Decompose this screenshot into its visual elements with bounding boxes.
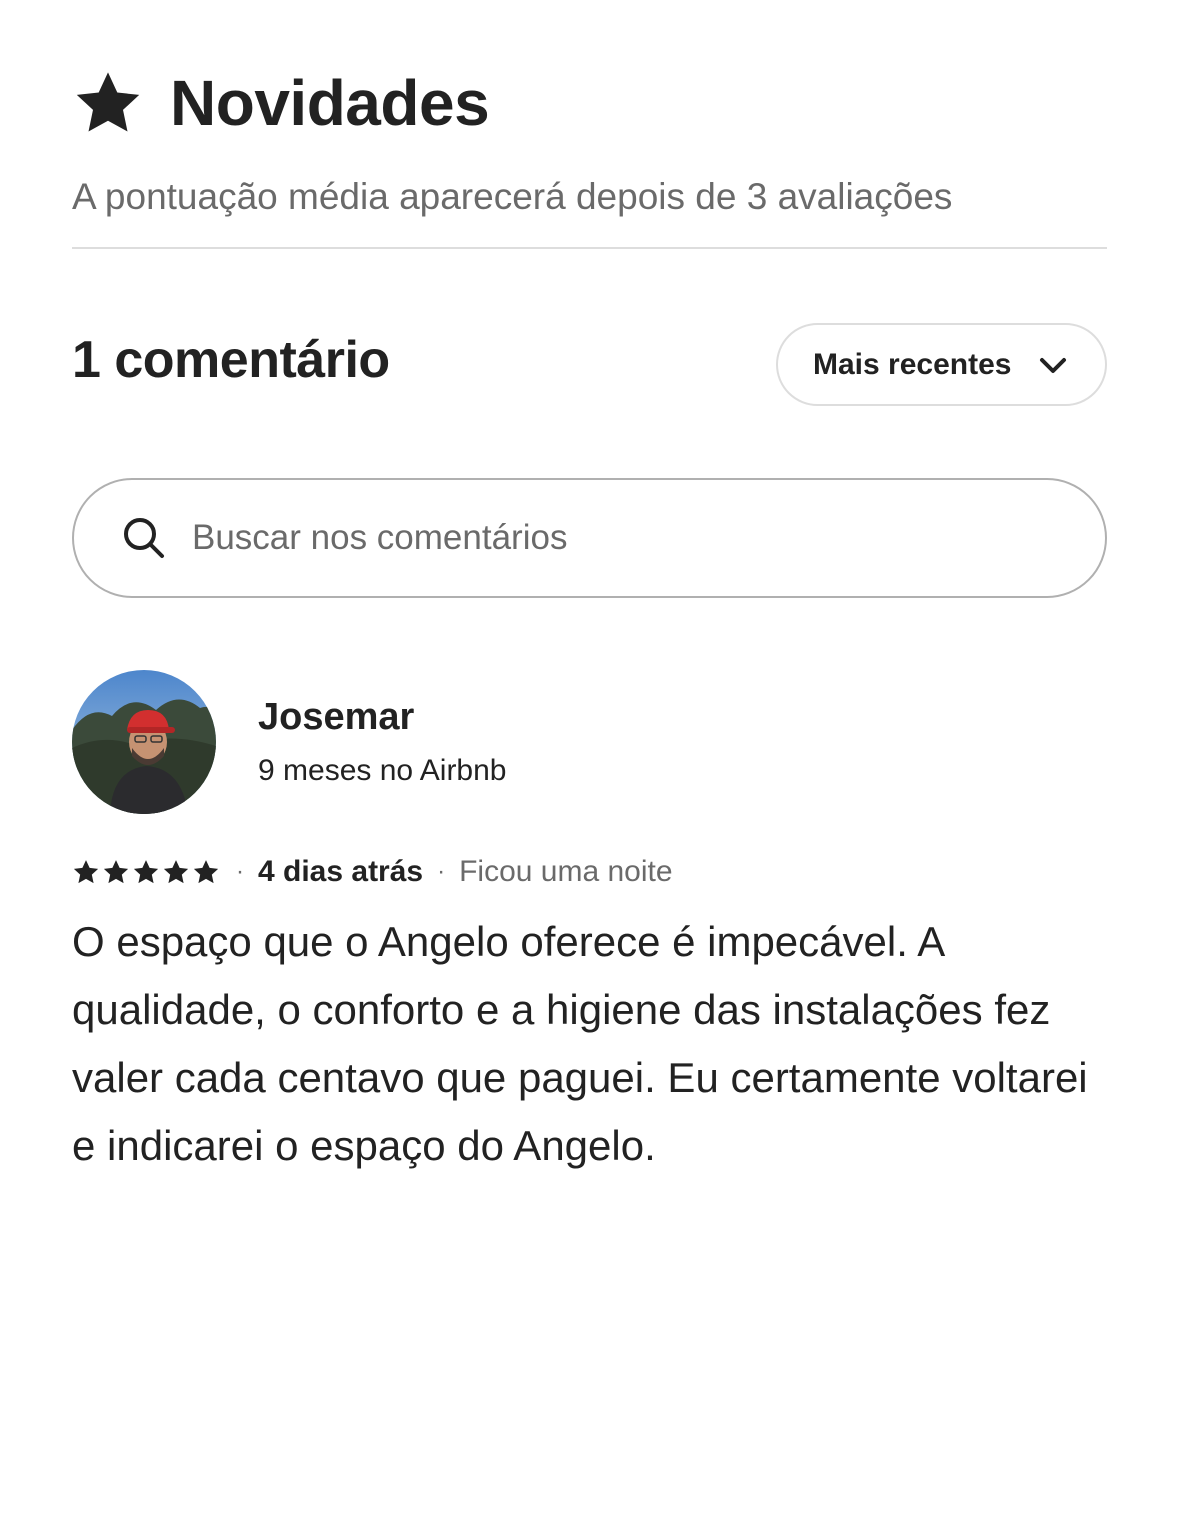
star-icon <box>133 860 159 884</box>
page-title: Novidades <box>170 67 490 139</box>
review-text: O espaço que o Angelo oferece é impecáve… <box>72 918 1088 1169</box>
sort-dropdown-button[interactable]: Mais recentes <box>776 323 1107 406</box>
star-icon <box>193 860 219 884</box>
star-icon <box>73 860 99 884</box>
chevron-down-icon <box>1040 357 1067 373</box>
sort-label: Mais recentes <box>813 347 1012 381</box>
header: Novidades <box>72 66 490 140</box>
search-icon <box>124 518 164 558</box>
rating-notice: A pontuação média aparecerá depois de 3 … <box>72 176 953 217</box>
separator-dot: · <box>437 858 446 885</box>
review-count: 1 comentário <box>72 331 390 389</box>
review-date: 4 dias atrás <box>258 855 424 888</box>
star-icon <box>163 860 189 884</box>
star-icon <box>76 72 140 132</box>
avatar[interactable] <box>72 670 216 814</box>
search-bar[interactable] <box>72 478 1107 598</box>
review-rating-row: · 4 dias atrás · Ficou uma noite <box>72 852 673 892</box>
search-input[interactable] <box>192 518 1012 558</box>
avatar-photo <box>72 670 216 814</box>
reviewer-tenure: 9 meses no Airbnb <box>258 754 507 787</box>
stay-duration: Ficou uma noite <box>459 855 673 888</box>
reviewer-name: Josemar <box>258 696 415 738</box>
star-icon <box>103 860 129 884</box>
rating-stars <box>72 858 222 886</box>
separator-dot: · <box>236 858 244 885</box>
divider <box>72 247 1107 249</box>
